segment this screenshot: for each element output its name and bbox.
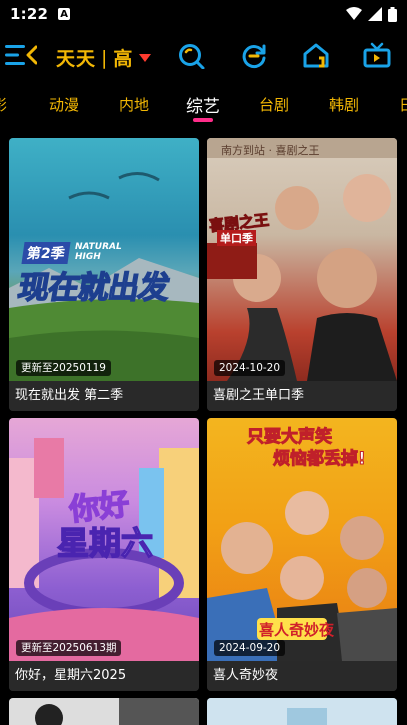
wifi-icon (346, 7, 362, 20)
video-card[interactable]: 只要大声笑 烦恼都丢掉! 喜人奇妙夜 2024-09-20 喜人奇妙夜 (207, 418, 397, 691)
history-icon[interactable] (241, 43, 267, 69)
status-bar: 1:22 A (0, 0, 407, 28)
poster-title-text: 喜人奇妙夜 (259, 621, 335, 639)
poster-art (207, 138, 397, 381)
video-card[interactable]: 南方到站 · 喜剧之王 喜剧之王 单口季 2024-10-20 喜剧之王单口季 (207, 138, 397, 411)
notification-icon: A (58, 8, 71, 20)
source-selector[interactable]: 天天 | 高 (56, 44, 152, 71)
category-tabs: 影 动漫 内地 综艺 台剧 韩剧 日 (0, 86, 407, 122)
video-card[interactable]: 第2季 NATURAL HIGH 现在就出发 更新至20250119 现在就出发… (9, 138, 199, 411)
source-name: 天天 (56, 48, 97, 70)
tab-anime[interactable]: 动漫 (49, 94, 79, 115)
tab-movies[interactable]: 影 (0, 94, 7, 115)
poster-title-text: 现在就出发 (14, 269, 172, 307)
poster-slogan-line2: 烦恼都丢掉! (273, 449, 367, 470)
status-right (346, 6, 397, 22)
live-tv-icon[interactable] (363, 42, 391, 68)
poster-header-text: 南方到站 · 喜剧之王 (221, 144, 320, 157)
top-toolbar: 天天 | 高 (0, 34, 407, 78)
dropdown-caret-icon (139, 53, 152, 62)
tab-variety[interactable]: 综艺 (186, 92, 220, 117)
poster-small-text: NATURAL HIGH (75, 242, 122, 262)
signal-icon (368, 7, 382, 21)
battery-icon (388, 6, 397, 22)
update-badge: 更新至20250613期 (16, 640, 122, 656)
home-icon[interactable] (302, 42, 330, 68)
video-card-partial[interactable] (9, 698, 199, 725)
active-tab-indicator (193, 118, 213, 122)
video-title: 现在就出发 第二季 (9, 381, 199, 411)
source-separator: | (101, 46, 109, 69)
update-badge: 更新至20250119 (16, 360, 111, 376)
poster-subtitle-text: 单口季 (217, 230, 256, 246)
update-badge: 2024-10-20 (214, 360, 286, 376)
search-icon[interactable] (178, 43, 205, 69)
poster-season-label: 第2季 (21, 242, 71, 264)
tab-japanese[interactable]: 日 (399, 94, 407, 115)
tab-taiwan-drama[interactable]: 台剧 (259, 94, 289, 115)
menu-back-icon[interactable] (5, 44, 37, 66)
update-badge: 2024-09-20 (214, 640, 286, 656)
quality-label: 高 (113, 48, 134, 70)
poster-art (207, 698, 397, 725)
video-title: 你好，星期六2025 (9, 661, 199, 691)
video-title: 喜剧之王单口季 (207, 381, 397, 411)
video-card[interactable]: 你好 星期六 更新至20250613期 你好，星期六2025 (9, 418, 199, 691)
poster-image: 只要大声笑 烦恼都丢掉! 喜人奇妙夜 (207, 418, 397, 661)
video-title: 喜人奇妙夜 (207, 661, 397, 691)
poster-image: 你好 星期六 (9, 418, 199, 661)
status-time: 1:22 (10, 5, 49, 23)
video-card-partial[interactable] (207, 698, 397, 725)
poster-subtitle-text: 星期六 (56, 523, 154, 563)
poster-image: 南方到站 · 喜剧之王 喜剧之王 单口季 (207, 138, 397, 381)
poster-art (9, 698, 199, 725)
poster-image: 第2季 NATURAL HIGH 现在就出发 (9, 138, 199, 381)
tab-mainland[interactable]: 内地 (119, 94, 149, 115)
tab-korean-drama[interactable]: 韩剧 (329, 94, 359, 115)
